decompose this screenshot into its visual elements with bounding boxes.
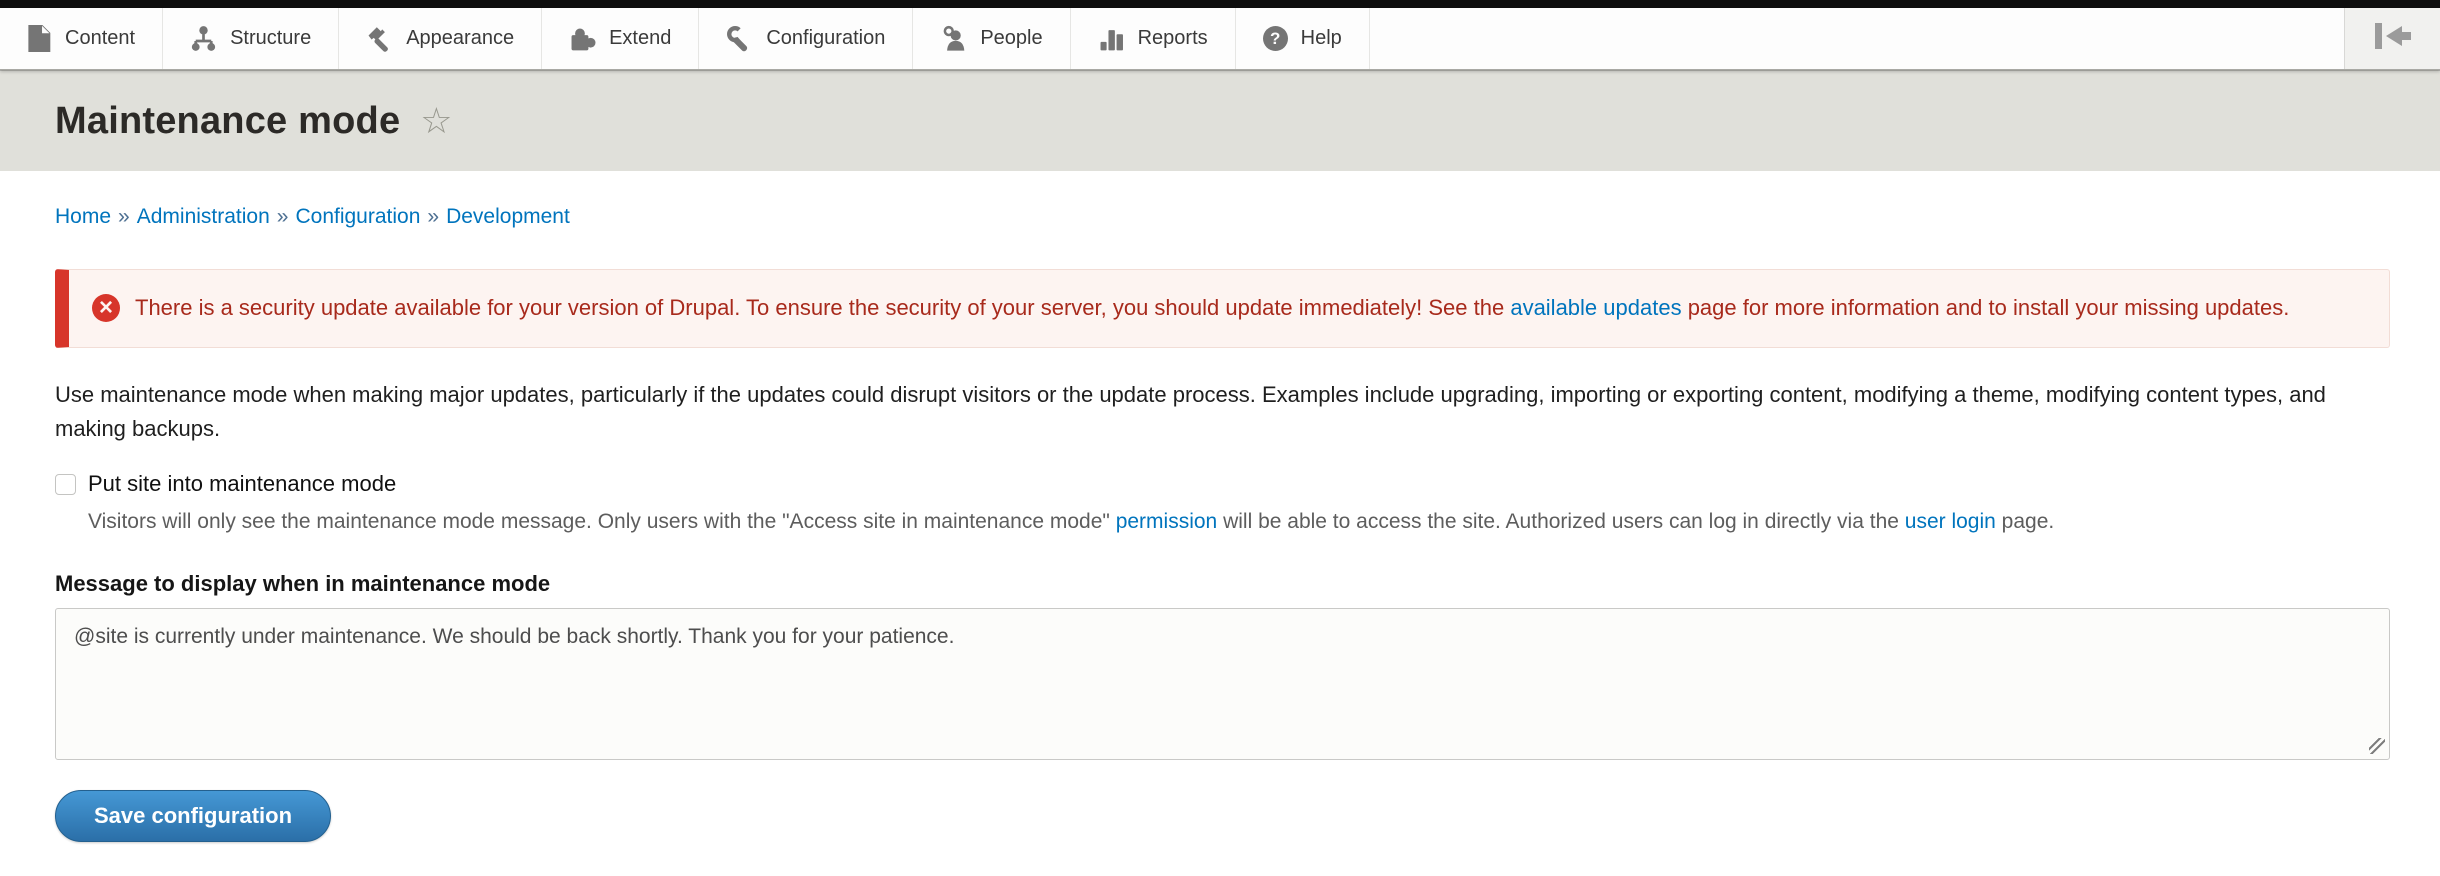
toolbar-item-label: Help — [1301, 27, 1342, 50]
error-message-text: There is a security update available for… — [135, 291, 2289, 324]
error-text-after: page for more information and to install… — [1682, 295, 2290, 320]
maintenance-mode-intro: Use maintenance mode when making major u… — [55, 378, 2385, 446]
toolbar-spacer — [1370, 8, 2344, 69]
error-text-before: There is a security update available for… — [135, 295, 1510, 320]
question-icon: ? — [1263, 26, 1288, 51]
breadcrumb-link-development[interactable]: Development — [446, 205, 570, 228]
user-login-link[interactable]: user login — [1905, 510, 1996, 533]
toolbar-item-label: Reports — [1138, 27, 1208, 50]
toolbar-item-configuration[interactable]: Configuration — [699, 8, 913, 69]
toolbar-item-label: Configuration — [766, 27, 885, 50]
breadcrumb-separator: » — [420, 205, 446, 228]
maintenance-checkbox-description: Visitors will only see the maintenance m… — [88, 507, 2385, 537]
admin-toolbar: Content Structure Appearance — [0, 8, 2440, 70]
breadcrumb: Home»Administration»Configuration»Develo… — [0, 171, 2440, 229]
error-message-box: × There is a security update available f… — [55, 269, 2390, 348]
page: Content Structure Appearance — [0, 0, 2440, 842]
breadcrumb-separator: » — [111, 205, 137, 228]
people-icon — [940, 25, 967, 52]
toolbar-item-appearance[interactable]: Appearance — [339, 8, 542, 69]
permission-link[interactable]: permission — [1116, 510, 1218, 533]
maintenance-checkbox-row: Put site into maintenance mode — [55, 471, 2385, 497]
toolbar-orientation-toggle[interactable] — [2344, 8, 2440, 69]
toolbar-item-label: Structure — [230, 27, 311, 50]
toolbar-item-help[interactable]: ? Help — [1236, 8, 1370, 69]
breadcrumb-separator: » — [270, 205, 296, 228]
toolbar-item-label: Extend — [609, 27, 671, 50]
page-title: Maintenance mode — [55, 100, 400, 143]
page-header: Maintenance mode ☆ — [0, 70, 2440, 171]
textarea-resize-grip[interactable] — [2369, 738, 2385, 754]
maintenance-message-textarea[interactable]: @site is currently under maintenance. We… — [55, 608, 2390, 760]
file-icon — [25, 25, 52, 52]
toolbar-item-content[interactable]: Content — [0, 8, 163, 69]
toolbar-collapse-left-icon — [2373, 20, 2413, 57]
paintbrush-icon — [366, 25, 393, 52]
toolbar-item-reports[interactable]: Reports — [1071, 8, 1236, 69]
available-updates-link[interactable]: available updates — [1510, 295, 1681, 320]
toolbar-item-structure[interactable]: Structure — [163, 8, 339, 69]
bar-chart-icon — [1098, 25, 1125, 52]
toolbar-item-label: People — [980, 27, 1042, 50]
save-configuration-button[interactable]: Save configuration — [55, 790, 331, 842]
maintenance-checkbox-label[interactable]: Put site into maintenance mode — [88, 471, 396, 497]
error-x-icon: × — [92, 294, 120, 322]
maintenance-mode-checkbox[interactable] — [55, 474, 76, 495]
breadcrumb-link-configuration[interactable]: Configuration — [295, 205, 420, 228]
breadcrumb-link-administration[interactable]: Administration — [137, 205, 270, 228]
sitemap-icon — [190, 25, 217, 52]
toolbar-item-extend[interactable]: Extend — [542, 8, 699, 69]
description-after: page. — [1996, 510, 2054, 533]
wrench-icon — [726, 25, 753, 52]
description-middle: will be able to access the site. Authori… — [1217, 510, 1905, 533]
breadcrumb-link-home[interactable]: Home — [55, 205, 111, 228]
puzzle-icon — [569, 25, 596, 52]
message-field-label: Message to display when in maintenance m… — [55, 571, 2385, 597]
toolbar-item-label: Appearance — [406, 27, 514, 50]
toolbar-item-label: Content — [65, 27, 135, 50]
toolbar-item-people[interactable]: People — [913, 8, 1070, 69]
favorite-star-icon[interactable]: ☆ — [420, 103, 452, 139]
description-before: Visitors will only see the maintenance m… — [88, 510, 1116, 533]
top-black-strip — [0, 0, 2440, 8]
message-textarea-wrap: @site is currently under maintenance. We… — [55, 608, 2390, 760]
